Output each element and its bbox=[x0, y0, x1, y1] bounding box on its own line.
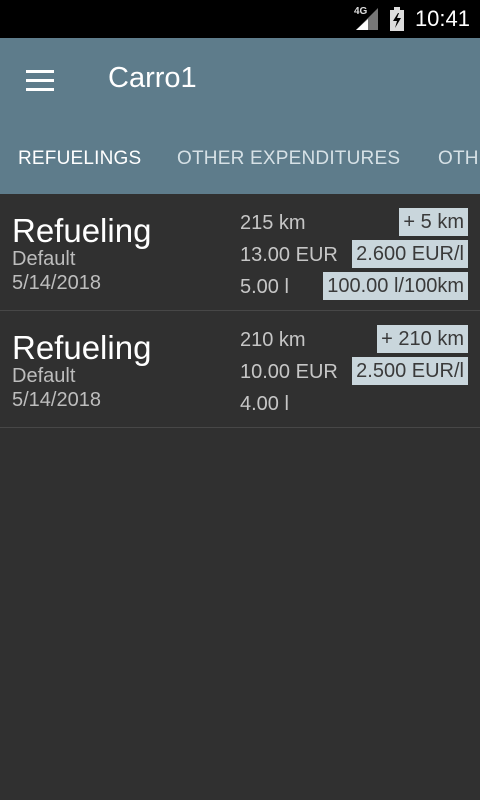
clock: 10:41 bbox=[414, 6, 470, 31]
signal-icon bbox=[356, 8, 378, 30]
entry-date: 5/14/2018 bbox=[12, 272, 101, 294]
entry-title: Refueling bbox=[12, 212, 152, 249]
odometer-value: 210 km bbox=[240, 329, 306, 351]
refueling-list: Refueling Default 5/14/2018 215 km + 5 k… bbox=[0, 194, 480, 428]
battery-charging-icon bbox=[390, 7, 404, 31]
distance-diff-badge: + 5 km bbox=[399, 208, 468, 236]
odometer-value: 215 km bbox=[240, 212, 306, 234]
page-title: Carro1 bbox=[108, 62, 197, 94]
status-bar: 4G 10:41 bbox=[0, 0, 480, 38]
entry-date: 5/14/2018 bbox=[12, 389, 101, 411]
odometer-row: 210 km + 210 km bbox=[240, 325, 468, 353]
volume-row: 4.00 l bbox=[240, 389, 468, 417]
app-bar: Carro1 REFUELINGS OTHER EXPENDITURES OTH bbox=[0, 38, 480, 194]
odometer-row: 215 km + 5 km bbox=[240, 208, 468, 236]
entry-category: Default bbox=[12, 248, 76, 270]
volume-value: 4.00 l bbox=[240, 393, 289, 415]
tab-other-expenditures[interactable]: OTHER EXPENDITURES bbox=[177, 148, 400, 170]
list-item[interactable]: Refueling Default 5/14/2018 215 km + 5 k… bbox=[0, 194, 480, 311]
cost-value: 10.00 EUR bbox=[240, 361, 338, 383]
consumption-badge: 100.00 l/100km bbox=[323, 272, 468, 300]
tab-refuelings[interactable]: REFUELINGS bbox=[18, 148, 141, 170]
cost-row: 10.00 EUR 2.500 EUR/l bbox=[240, 357, 468, 385]
volume-row: 5.00 l 100.00 l/100km bbox=[240, 272, 468, 300]
distance-diff-badge: + 210 km bbox=[377, 325, 468, 353]
entry-category: Default bbox=[12, 365, 76, 387]
tab-other[interactable]: OTH bbox=[438, 148, 479, 170]
entry-title: Refueling bbox=[12, 329, 152, 366]
cost-row: 13.00 EUR 2.600 EUR/l bbox=[240, 240, 468, 268]
price-per-unit-badge: 2.600 EUR/l bbox=[352, 240, 468, 268]
price-per-unit-badge: 2.500 EUR/l bbox=[352, 357, 468, 385]
cost-value: 13.00 EUR bbox=[240, 244, 338, 266]
list-item[interactable]: Refueling Default 5/14/2018 210 km + 210… bbox=[0, 311, 480, 428]
volume-value: 5.00 l bbox=[240, 276, 289, 298]
tab-bar: REFUELINGS OTHER EXPENDITURES OTH bbox=[0, 144, 480, 184]
menu-icon[interactable] bbox=[26, 70, 58, 94]
